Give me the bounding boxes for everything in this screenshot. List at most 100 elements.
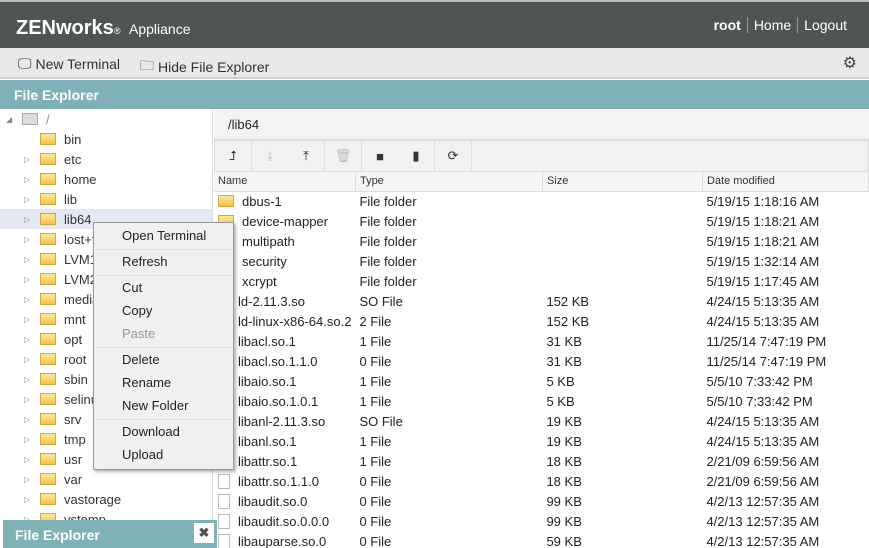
file-date: 2/21/09 6:59:56 AM [706,453,820,469]
file-row[interactable]: device-mapper File folder 5/19/15 1:18:21 … [214,211,869,231]
file-row[interactable]: dbus-1 File folder 5/19/15 1:18:16 AM [214,191,869,211]
collapsed-triangle-icon[interactable]: ▷ [24,195,34,204]
menu-item-copy[interactable]: Copy [94,300,233,323]
folder-icon [40,193,56,205]
menu-item-refresh[interactable]: Refresh [94,251,233,274]
col-date[interactable]: Date modified [702,172,869,192]
hide-file-explorer-button[interactable]: 🗀 Hide File Explorer [140,55,269,79]
file-row[interactable]: libaudit.so.0 0 File 99 KB 4/2/13 12:57:35 … [214,491,869,511]
collapsed-triangle-icon[interactable]: ▷ [24,295,34,304]
file-date: 5/5/10 7:33:42 PM [706,393,813,409]
collapsed-triangle-icon[interactable]: ▷ [24,495,34,504]
file-row[interactable]: libaio.so.1.0.1 1 File 5 KB 5/5/10 7:33:42 … [214,391,869,411]
menu-item-rename[interactable]: Rename [94,372,233,395]
file-row[interactable]: libattr.so.1 1 File 18 KB 2/21/09 6:59:56 A… [214,451,869,471]
new-terminal-button[interactable]: 🖵 New Terminal [18,55,120,72]
file-row[interactable]: ld-2.11.3.so SO File 152 KB 4/24/15 5:13:35… [214,291,869,311]
file-name: libacl.so.1 [238,333,296,349]
collapsed-triangle-icon[interactable]: ▷ [24,215,34,224]
collapsed-triangle-icon[interactable]: ▷ [24,375,34,384]
trash-icon[interactable]: 🗑 [325,141,361,171]
file-row[interactable]: ld-linux-x86-64.so.2 2 File 152 KB 4/24/15 … [214,311,869,331]
gear-icon[interactable]: ⚙ [843,53,857,73]
file-date: 5/19/15 1:18:16 AM [706,193,820,209]
file-name: dbus-1 [242,193,282,209]
file-row[interactable]: xcrypt File folder 5/19/15 1:17:45 AM [214,271,869,291]
menu-item-cut[interactable]: Cut [94,277,233,300]
collapsed-triangle-icon[interactable]: ▷ [24,435,34,444]
file-name: xcrypt [242,273,277,289]
minimized-panel-title: File Explorer [15,527,100,543]
collapsed-triangle-icon[interactable]: ▷ [24,335,34,344]
menu-item-upload[interactable]: Upload [94,444,233,467]
file-name: multipath [242,233,295,249]
logout-link[interactable]: Logout [797,17,853,33]
folder-icon [40,133,56,145]
tree-item-label: lib [64,191,78,207]
file-row[interactable]: libattr.so.1.1.0 0 File 18 KB 2/21/09 6:59:… [214,471,869,491]
menu-item-download[interactable]: Download [94,421,233,444]
file-row[interactable]: libaudit.so.0.0.0 0 File 99 KB 4/2/13 12:57… [214,511,869,531]
menu-item-open-terminal[interactable]: Open Terminal [94,225,233,248]
tree-item[interactable]: ▷ home [0,169,212,189]
minimized-panel[interactable]: File Explorer ✖ [3,520,217,548]
upload-icon[interactable]: ⤒ [288,141,324,171]
menu-item-new-folder[interactable]: New Folder [94,395,233,418]
file-row[interactable]: libaio.so.1 1 File 5 KB 5/5/10 7:33:42 PM [214,371,869,391]
collapsed-triangle-icon[interactable]: ▷ [24,275,34,284]
tree-item-label: lib64 [64,211,92,227]
file-date: 5/19/15 1:32:14 AM [706,253,820,269]
download-icon[interactable]: ⤓ [252,141,288,171]
tree-item[interactable]: ▷ lib [0,189,212,209]
refresh-icon[interactable]: ⟳ [435,141,471,171]
file-row[interactable]: libacl.so.1.1.0 0 File 31 KB 11/25/14 7:47:… [214,351,869,371]
collapsed-triangle-icon[interactable]: ▷ [24,455,34,464]
close-icon[interactable]: ✖ [194,523,214,543]
tree-root[interactable]: ◢ / [0,109,212,129]
new-terminal-label: New Terminal [35,55,121,72]
tree-root-label: / [46,111,50,127]
file-name: libanl.so.1 [238,433,297,449]
tree-item[interactable]: ▷ var [0,469,212,489]
collapsed-triangle-icon[interactable]: ▷ [24,395,34,404]
collapsed-triangle-icon[interactable]: ▷ [24,155,34,164]
collapsed-triangle-icon[interactable]: ▷ [24,355,34,364]
file-type: 0 File [359,353,392,369]
file-row[interactable]: libauparse.so.0 0 File 59 KB 4/2/13 12:57:3… [214,531,869,548]
file-type: 1 File [359,333,392,349]
brand-name: ZENworks [16,17,114,39]
collapsed-triangle-icon[interactable]: ▷ [24,255,34,264]
tree-item[interactable]: ▷ etc [0,149,212,169]
hide-file-explorer-label: Hide File Explorer [158,59,270,75]
collapsed-triangle-icon[interactable]: ▷ [24,315,34,324]
file-type: File folder [359,193,417,209]
file-type: 1 File [359,453,392,469]
folder-icon [40,153,56,165]
tree-item[interactable]: bin [0,129,212,149]
file-row[interactable]: libacl.so.1 1 File 31 KB 11/25/14 7:47:19 P… [214,331,869,351]
folder-icon [40,493,56,505]
collapsed-triangle-icon[interactable]: ▷ [24,235,34,244]
folder-icon [40,293,56,305]
new-file-icon[interactable]: ▮ [398,141,434,171]
new-folder-icon[interactable]: ■ [362,141,398,171]
folder-icon [40,173,56,185]
tree-item[interactable]: ▷ vastorage [0,489,212,509]
file-name: libacl.so.1.1.0 [238,353,318,369]
collapsed-triangle-icon[interactable]: ▷ [24,175,34,184]
file-row[interactable]: libanl.so.1 1 File 19 KB 4/24/15 5:13:35 AM [214,431,869,451]
col-name[interactable]: Name [214,172,356,192]
file-row[interactable]: libanl-2.11.3.so SO File 19 KB 4/24/15 5:13… [214,411,869,431]
col-type[interactable]: Type [355,172,543,192]
menu-item-delete[interactable]: Delete [94,349,233,372]
expanded-triangle-icon[interactable]: ◢ [6,115,16,124]
collapsed-triangle-icon[interactable]: ▷ [24,415,34,424]
file-row[interactable]: security File folder 5/19/15 1:32:14 AM [214,251,869,271]
collapsed-triangle-icon[interactable]: ▷ [24,475,34,484]
tree-item-label: sbin [64,371,88,387]
col-size[interactable]: Size [542,172,703,192]
home-link[interactable]: Home [746,17,797,33]
tree-item-label: srv [64,411,82,427]
up-folder-icon[interactable]: ⮥ [215,141,251,171]
file-row[interactable]: multipath File folder 5/19/15 1:18:21 AM [214,231,869,251]
